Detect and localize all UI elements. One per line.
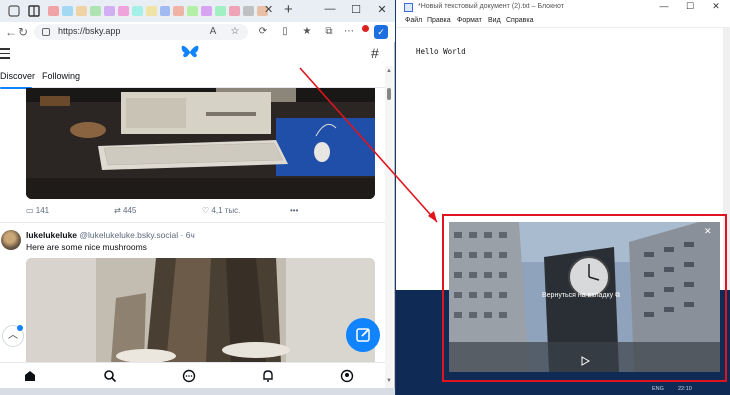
post-author: lukelukeluke @lukelukeluke.bsky.social ·… <box>26 230 195 240</box>
repost-count: 445 <box>122 206 137 215</box>
collections-icon[interactable]: ⧉ <box>322 26 336 37</box>
reply-icon: ▭ <box>26 206 36 215</box>
tab-following[interactable]: Following <box>42 71 80 81</box>
scroll-thumb[interactable] <box>387 88 391 100</box>
home-icon[interactable] <box>23 369 37 383</box>
tab-discover[interactable]: Discover <box>0 71 35 81</box>
bell-icon[interactable] <box>261 369 275 383</box>
menu-help[interactable]: Справка <box>506 17 533 24</box>
notepad-minimize-button[interactable]: — <box>656 1 672 11</box>
compose-pencil-icon <box>356 328 370 342</box>
favorites-icon[interactable]: ★ <box>300 26 314 37</box>
heart-icon: ♡ <box>202 206 212 215</box>
tab-strip: ✕ + — ☐ ✕ <box>0 0 395 22</box>
bottom-navigation <box>0 362 385 390</box>
notepad-menubar: Файл Правка Формат Вид Справка <box>396 15 730 27</box>
display-name[interactable]: lukelukeluke <box>26 230 77 240</box>
close-button[interactable]: ✕ <box>372 3 392 16</box>
page-scrollbar[interactable]: ▲ ▼ <box>385 66 393 395</box>
new-tab-button[interactable]: + <box>284 1 293 18</box>
post-text: Here are some nice mushrooms <box>26 242 147 252</box>
highlight-rectangle <box>442 214 727 382</box>
extension-icon[interactable]: ✓ <box>374 25 388 39</box>
like-count: 4,1 тыс. <box>211 206 241 215</box>
repost-button[interactable]: ⇄ 445 <box>114 206 136 215</box>
back-icon[interactable]: ← <box>5 25 17 39</box>
handle[interactable]: @lukelukeluke.bsky.social <box>79 230 178 240</box>
tray-language[interactable]: ENG <box>652 386 664 392</box>
new-posts-dot <box>17 325 23 331</box>
bsky-header: # <box>0 42 385 66</box>
desktop: ✕ + — ☐ ✕ ← ↻ https://bsky.app A ☆ ⟳ ▯ ★… <box>0 0 730 395</box>
post-time: · 6ч <box>180 230 195 240</box>
minimize-button[interactable]: — <box>320 3 340 15</box>
notepad-maximize-button[interactable]: ☐ <box>682 1 698 12</box>
menu-view[interactable]: Вид <box>488 17 501 24</box>
notepad-close-button[interactable]: ✕ <box>708 1 724 12</box>
post-image-computer[interactable] <box>26 88 375 199</box>
post-more-button[interactable]: ••• <box>290 206 298 215</box>
menu-format[interactable]: Формат <box>457 17 482 24</box>
profile-icon[interactable] <box>340 369 354 383</box>
browser-window: ✕ + — ☐ ✕ ← ↻ https://bsky.app A ☆ ⟳ ▯ ★… <box>0 0 395 395</box>
notepad-titlebar: *Новый текстовый документ (2).txt – Блок… <box>396 0 730 15</box>
notepad-content: Hello World <box>416 47 466 56</box>
reply-button[interactable]: ▭ 141 <box>26 206 49 215</box>
maximize-button[interactable]: ☐ <box>346 3 366 16</box>
taskbar-strip <box>0 388 395 395</box>
tab-close-button[interactable]: ✕ <box>264 3 273 16</box>
url-text: https://bsky.app <box>58 26 121 36</box>
scroll-down-arrow[interactable]: ▼ <box>386 378 392 384</box>
refresh-ext-icon[interactable]: ⟳ <box>256 26 270 37</box>
lock-icon <box>42 28 50 36</box>
profile-icon[interactable] <box>8 5 20 17</box>
menu-edit[interactable]: Правка <box>427 17 451 24</box>
search-icon[interactable] <box>103 369 117 383</box>
tab-favicons[interactable] <box>48 6 268 16</box>
scroll-up-arrow[interactable]: ▲ <box>386 68 392 74</box>
tray-clock[interactable]: 22:10 <box>678 386 692 392</box>
notepad-app-icon <box>404 3 413 12</box>
like-button[interactable]: ♡ 4,1 тыс. <box>202 206 240 215</box>
post-actions: ▭ 141 ⇄ 445 ♡ 4,1 тыс. ••• <box>26 206 375 220</box>
avatar[interactable] <box>1 230 21 250</box>
address-bar: ← ↻ https://bsky.app A ☆ ⟳ ▯ ★ ⧉ ⋯ ✓ <box>0 22 395 42</box>
notepad-title: *Новый текстовый документ (2).txt – Блок… <box>418 3 564 10</box>
chevron-up-icon: ︿ <box>8 330 18 341</box>
chat-icon[interactable] <box>182 369 196 383</box>
more-icon[interactable]: ⋯ <box>342 26 356 37</box>
menu-icon[interactable] <box>0 48 10 59</box>
post-image-mushrooms[interactable] <box>26 258 375 363</box>
repost-icon: ⇄ <box>114 206 123 215</box>
reply-count: 141 <box>35 206 50 215</box>
post-divider <box>0 222 385 223</box>
bluesky-logo-icon[interactable] <box>181 45 199 61</box>
notification-badge <box>362 25 369 32</box>
read-aloud-icon[interactable]: A <box>206 26 220 37</box>
compose-button[interactable] <box>346 318 380 352</box>
refresh-icon[interactable]: ↻ <box>18 25 28 39</box>
workspaces-icon[interactable] <box>28 5 40 17</box>
favorite-star-icon[interactable]: ☆ <box>228 26 242 37</box>
feed-tabs: Discover Following <box>0 66 385 89</box>
menu-file[interactable]: Файл <box>405 17 422 24</box>
split-screen-icon[interactable]: ▯ <box>278 26 292 37</box>
feeds-hash-icon[interactable]: # <box>371 45 379 61</box>
